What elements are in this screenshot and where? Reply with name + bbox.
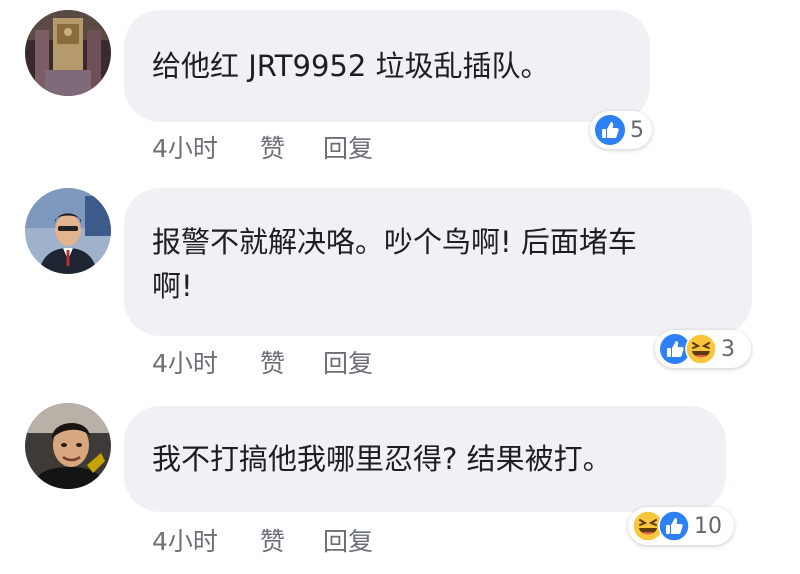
haha-reaction-icon — [685, 333, 717, 365]
comment-text-line-2: 啊! — [152, 269, 193, 303]
timestamp: 4小时 — [152, 527, 218, 556]
comment-bubble: 报警不就解决咯。吵个鸟啊! 后面堵车 啊! — [124, 188, 752, 336]
comment-text: 我不打搞他我哪里忍得? 结果被打。 — [152, 442, 612, 476]
like-button[interactable]: 赞 — [260, 344, 285, 380]
timestamp: 4小时 — [152, 349, 218, 378]
comment-text-line-1: 报警不就解决咯。吵个鸟啊! 后面堵车 — [152, 225, 637, 259]
comment-text: 给他红 JRT9952 垃圾乱插队。 — [152, 49, 550, 83]
avatar[interactable] — [25, 188, 111, 274]
like-reaction-icon — [595, 115, 625, 145]
reaction-summary[interactable]: 3 — [655, 330, 751, 368]
comment-bubble: 给他红 JRT9952 垃圾乱插队。 — [124, 10, 650, 122]
reply-button[interactable]: 回复 — [323, 344, 373, 380]
like-button[interactable]: 赞 — [260, 522, 285, 558]
reaction-count: 5 — [630, 117, 644, 143]
avatar[interactable] — [25, 403, 111, 489]
like-reaction-icon — [658, 510, 690, 542]
avatar[interactable] — [25, 10, 111, 96]
like-button[interactable]: 赞 — [260, 129, 285, 165]
timestamp: 4小时 — [152, 134, 218, 163]
comment-bubble: 我不打搞他我哪里忍得? 结果被打。 — [124, 406, 726, 512]
reply-button[interactable]: 回复 — [323, 522, 373, 558]
reaction-summary[interactable]: 5 — [590, 111, 652, 149]
reply-button[interactable]: 回复 — [323, 129, 373, 165]
reaction-count: 10 — [694, 513, 722, 539]
reaction-count: 3 — [721, 336, 735, 362]
reaction-summary[interactable]: 10 — [628, 507, 734, 545]
